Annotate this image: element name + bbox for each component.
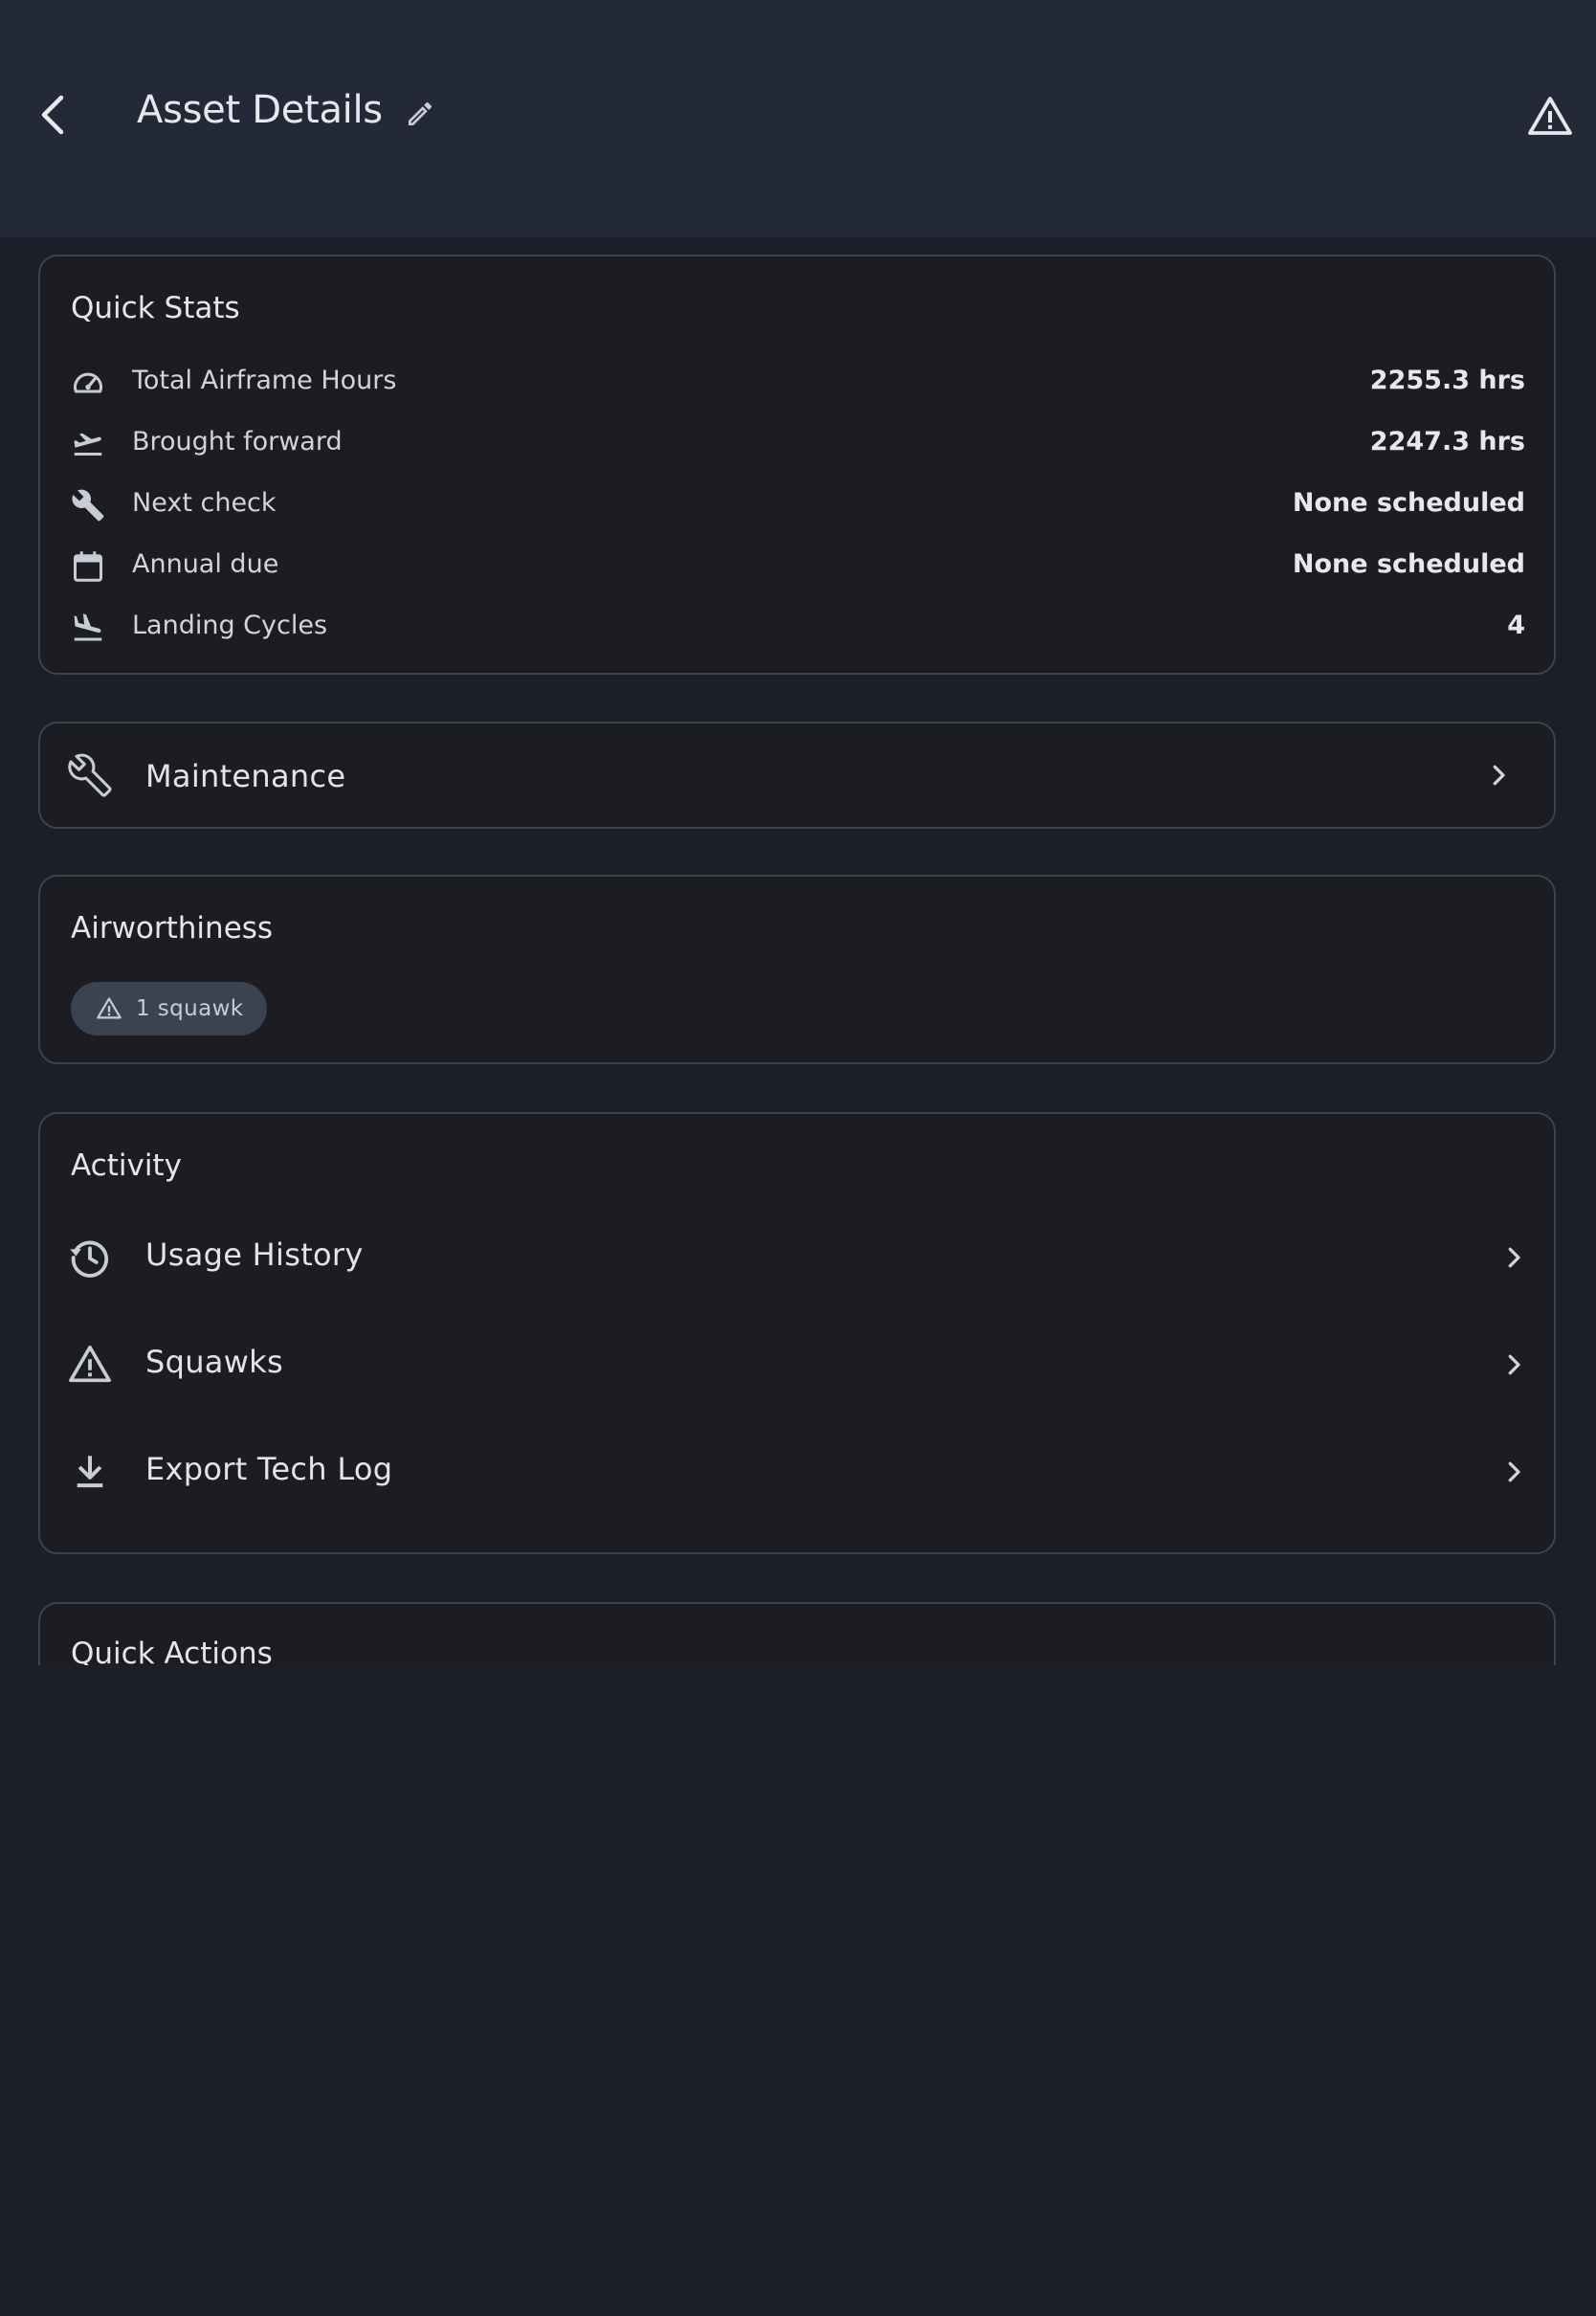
stat-value: None scheduled (1292, 488, 1525, 518)
activity-item-squawks[interactable]: Squawks (40, 1315, 1554, 1411)
stat-label: Next check (132, 488, 277, 518)
activity-title: Activity (71, 1148, 182, 1183)
activity-item-export-tech-log[interactable]: Export Tech Log (40, 1422, 1554, 1518)
stat-value: 4 (1507, 611, 1525, 640)
history-icon (67, 1235, 113, 1280)
stat-label: Landing Cycles (132, 611, 328, 640)
quick-actions-card: Quick Actions (38, 1602, 1556, 1665)
download-icon (67, 1449, 113, 1495)
stat-value: None scheduled (1292, 549, 1525, 579)
activity-card: Activity Usage History Squawks Export Te… (38, 1112, 1556, 1554)
warning-triangle-icon (94, 993, 124, 1024)
stat-row-brought-forward: Brought forward 2247.3 hrs (40, 413, 1554, 475)
activity-item-label: Export Tech Log (145, 1451, 393, 1487)
chevron-right-icon (1481, 758, 1516, 792)
stat-label: Annual due (132, 549, 279, 579)
chevron-left-icon (34, 92, 73, 138)
activity-item-label: Squawks (145, 1344, 283, 1380)
chevron-right-icon (1496, 1455, 1531, 1489)
stat-value: 2247.3 hrs (1369, 427, 1525, 457)
pencil-icon (405, 99, 435, 129)
content-area[interactable]: Quick Stats Total Airframe Hours 2255.3 … (0, 237, 1596, 1665)
wrench-icon (69, 486, 107, 524)
wrench-outline-icon (67, 752, 113, 798)
stat-row-landing-cycles: Landing Cycles 4 (40, 597, 1554, 658)
quick-stats-card: Quick Stats Total Airframe Hours 2255.3 … (38, 255, 1556, 675)
chevron-right-icon (1496, 1240, 1531, 1275)
squawk-chip[interactable]: 1 squawk (71, 982, 267, 1036)
activity-item-label: Usage History (145, 1236, 364, 1273)
activity-item-usage-history[interactable]: Usage History (40, 1208, 1554, 1303)
quick-actions-title: Quick Actions (71, 1637, 273, 1665)
airworthiness-card: Airworthiness 1 squawk (38, 875, 1556, 1064)
warning-triangle-icon (1527, 94, 1573, 140)
alerts-button[interactable] (1523, 90, 1577, 144)
stat-row-total-airframe-hours: Total Airframe Hours 2255.3 hrs (40, 352, 1554, 413)
maintenance-label: Maintenance (145, 758, 346, 794)
stat-row-next-check: Next check None scheduled (40, 475, 1554, 536)
edit-title-button[interactable] (400, 94, 440, 134)
stat-value: 2255.3 hrs (1369, 366, 1525, 395)
back-button[interactable] (27, 84, 80, 145)
maintenance-card[interactable]: Maintenance (38, 722, 1556, 829)
speedometer-icon (69, 364, 107, 402)
airworthiness-title: Airworthiness (71, 911, 274, 946)
stat-label: Brought forward (132, 427, 343, 457)
stat-label: Total Airframe Hours (132, 366, 397, 395)
calendar-icon (69, 547, 107, 586)
squawk-chip-label: 1 squawk (136, 996, 244, 1021)
stat-row-annual-due: Annual due None scheduled (40, 536, 1554, 597)
page-title: Asset Details (137, 88, 383, 132)
warning-triangle-icon (67, 1342, 113, 1388)
app-bar: Asset Details (0, 0, 1596, 237)
quick-stats-title: Quick Stats (71, 291, 240, 325)
chevron-right-icon (1496, 1347, 1531, 1382)
airplane-landing-icon (69, 609, 107, 647)
airplane-takeoff-icon (69, 425, 107, 463)
